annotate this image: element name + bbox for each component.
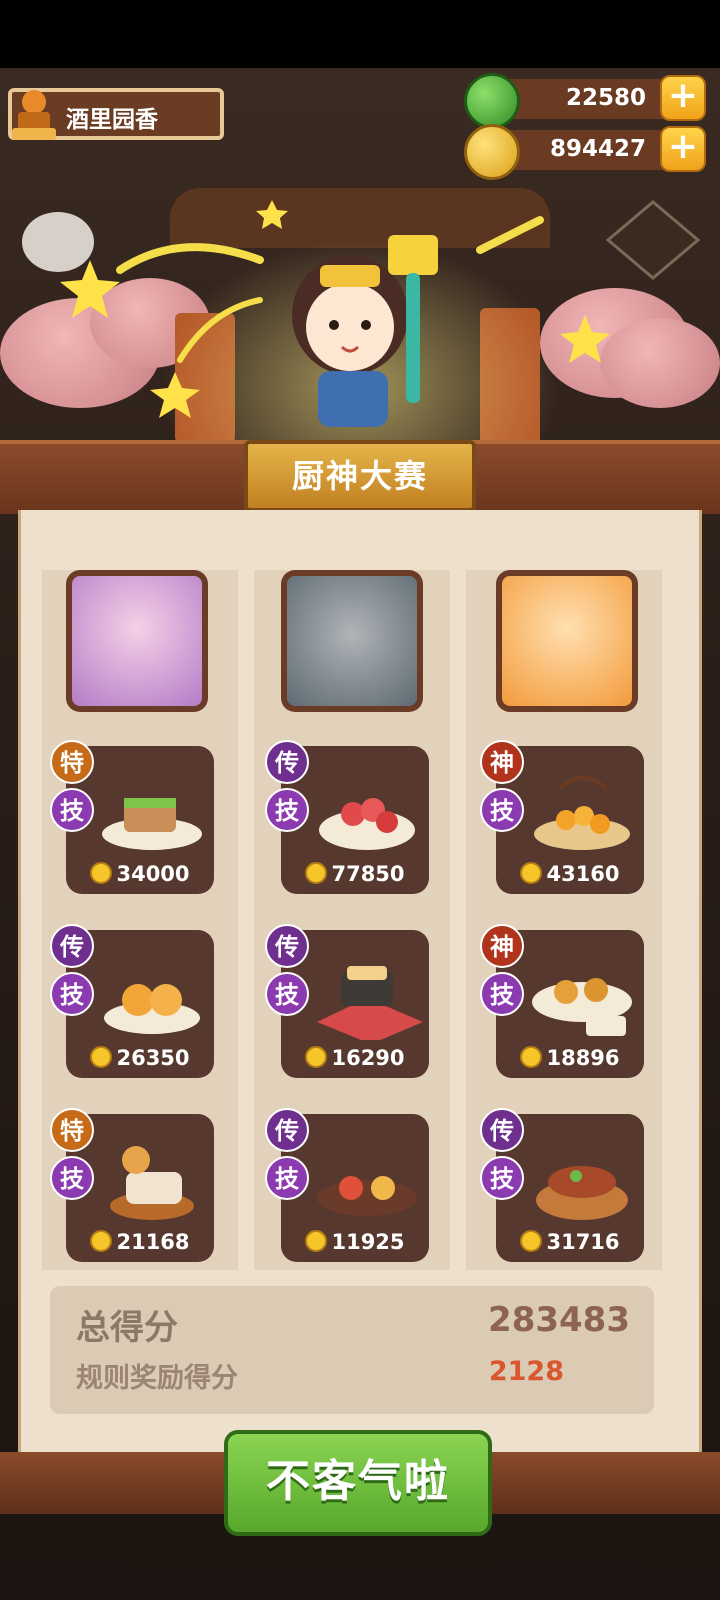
tier-badge: 传 — [50, 924, 94, 968]
counter-left — [0, 440, 260, 514]
score-summary: 总得分 283483 规则奖励得分 2128 — [50, 1286, 654, 1414]
spark-trail — [116, 243, 264, 274]
tier-badge: 特 — [50, 1108, 94, 1152]
tier-badge: 神 — [480, 740, 524, 784]
dish-image — [536, 1166, 628, 1220]
gold-coin-icon — [90, 1046, 113, 1068]
tier-badge: 神 — [480, 924, 524, 968]
dish-image — [317, 966, 423, 1040]
skill-badge: 技 — [50, 788, 94, 832]
spark-trail — [177, 297, 263, 363]
skill-badge: 技 — [265, 788, 309, 832]
star-icon — [560, 315, 610, 363]
coin-amount: 894427 — [549, 136, 646, 162]
jade-amount: 22580 — [565, 85, 646, 111]
dish-image — [317, 1176, 417, 1216]
dish-price: 16290 — [281, 1046, 429, 1070]
coin-resource-bar: 894427 + — [464, 124, 706, 180]
star-icon — [150, 372, 200, 418]
contest-title: 厨神大赛 — [291, 457, 428, 495]
confirm-button[interactable]: 不客气啦 — [224, 1430, 492, 1536]
dish-card[interactable]: 特 技 21168 — [50, 1108, 214, 1262]
gold-coin-icon — [305, 1046, 328, 1068]
dish-card[interactable]: 特 技 34000 — [50, 740, 214, 894]
bonus-score-value: 2128 — [488, 1356, 564, 1387]
dish-card[interactable]: 传 技 11925 — [265, 1108, 429, 1262]
gold-coin-icon — [464, 124, 520, 180]
dish-price: 18896 — [496, 1046, 644, 1070]
gold-coin-icon — [305, 1230, 328, 1252]
skill-badge: 技 — [50, 972, 94, 1016]
dish-card[interactable]: 神 技 43160 — [480, 740, 644, 894]
gold-coin-icon — [520, 1046, 543, 1068]
dish-image — [319, 798, 415, 850]
player-name-plate[interactable]: 酒里园香 — [8, 88, 224, 140]
chef-avatar-1[interactable] — [66, 570, 208, 712]
skill-badge: 技 — [265, 972, 309, 1016]
dish-card[interactable]: 神 技 18896 — [480, 924, 644, 1078]
skill-badge: 技 — [480, 788, 524, 832]
dish-price: 11925 — [281, 1230, 429, 1254]
gold-coin-icon — [90, 862, 113, 884]
dish-image — [110, 1146, 194, 1220]
chef-avatar-3[interactable] — [496, 570, 638, 712]
skill-badge: 技 — [480, 1156, 524, 1200]
contest-title-plate: 厨神大赛 — [244, 440, 476, 512]
tier-badge: 传 — [265, 740, 309, 784]
jade-resource-bar: 22580 + — [464, 73, 706, 129]
tier-badge: 特 — [50, 740, 94, 784]
dish-image — [104, 984, 200, 1034]
chef-rank-badge-icon — [12, 90, 56, 140]
spark-trail — [476, 216, 544, 254]
tier-badge: 传 — [265, 1108, 309, 1152]
gold-coin-icon — [520, 1230, 543, 1252]
total-score-value: 283483 — [488, 1300, 630, 1340]
add-coin-button[interactable]: + — [660, 126, 706, 172]
tier-badge: 传 — [480, 1108, 524, 1152]
dish-price: 77850 — [281, 862, 429, 886]
gold-coin-icon — [305, 862, 328, 884]
dish-image — [102, 798, 202, 850]
gold-coin-icon — [520, 862, 543, 884]
dish-price: 26350 — [66, 1046, 214, 1070]
total-score-label: 总得分 — [76, 1308, 178, 1348]
chef-avatar-2[interactable] — [281, 570, 423, 712]
tier-badge: 传 — [265, 924, 309, 968]
dish-price: 34000 — [66, 862, 214, 886]
left-event-button[interactable] — [8, 200, 102, 280]
bonus-score-label: 规则奖励得分 — [76, 1363, 238, 1394]
skill-badge: 技 — [480, 972, 524, 1016]
confirm-button-label: 不客气啦 — [266, 1456, 450, 1507]
player-name: 酒里园香 — [66, 107, 158, 133]
dish-card[interactable]: 传 技 31716 — [480, 1108, 644, 1262]
announcement-button[interactable] — [605, 200, 701, 280]
dish-image — [534, 776, 630, 850]
jade-coin-icon — [464, 73, 520, 129]
dish-card[interactable]: 传 技 77850 — [265, 740, 429, 894]
skill-badge: 技 — [50, 1156, 94, 1200]
dish-card[interactable]: 传 技 26350 — [50, 924, 214, 1078]
dish-price: 21168 — [66, 1230, 214, 1254]
dish-price: 43160 — [496, 862, 644, 886]
dish-price: 31716 — [496, 1230, 644, 1254]
add-jade-button[interactable]: + — [660, 75, 706, 121]
skill-badge: 技 — [265, 1156, 309, 1200]
dish-image — [532, 978, 632, 1036]
dish-card[interactable]: 传 技 16290 — [265, 924, 429, 1078]
chef-character-mascot — [270, 225, 450, 445]
counter-right — [460, 440, 720, 514]
gold-coin-icon — [90, 1230, 113, 1252]
